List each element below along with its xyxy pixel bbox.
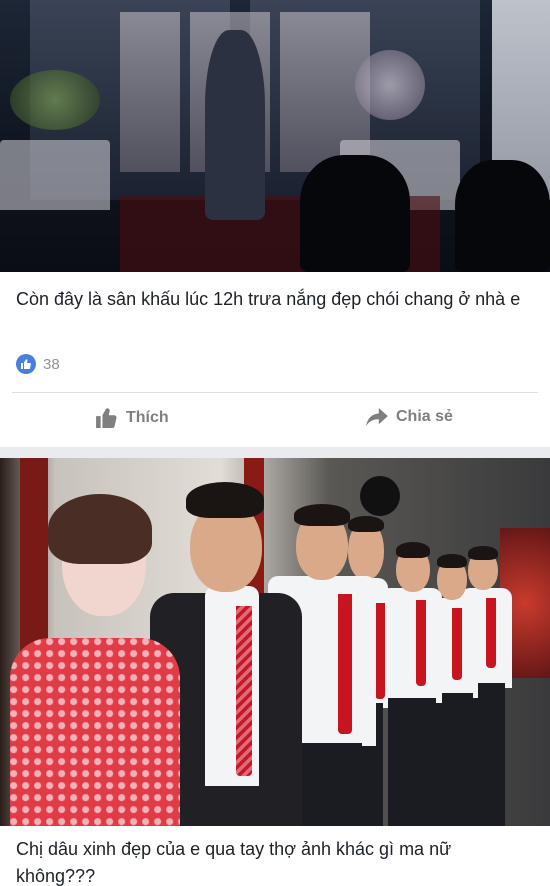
- bride-lace-dress: [10, 638, 180, 826]
- post-caption: Chị dâu xinh đẹp của e qua tay thợ ảnh k…: [16, 839, 452, 886]
- stage-photo[interactable]: [0, 0, 550, 272]
- groomsman-tie: [486, 598, 496, 668]
- share-arrow-icon: [366, 408, 388, 426]
- like-summary[interactable]: 38: [16, 354, 60, 374]
- groomsman-tie: [375, 603, 385, 699]
- groomsman-shirt: [380, 588, 442, 703]
- share-label: Chia sẻ: [396, 408, 453, 425]
- groom-hair: [186, 482, 264, 518]
- banner-left: [120, 12, 180, 172]
- groomsman-pants: [388, 698, 436, 826]
- wall-fan: [360, 476, 400, 516]
- wedding-photo[interactable]: [0, 458, 550, 826]
- audience-figure: [300, 155, 410, 272]
- groomsman-hair: [348, 516, 384, 532]
- like-label: Thích: [126, 409, 169, 426]
- groomsman-tie: [416, 600, 426, 686]
- groomsman-hair: [468, 546, 498, 560]
- groom-tie: [236, 606, 252, 776]
- groomsman-pants: [433, 693, 473, 826]
- groomsman-tie: [338, 594, 352, 734]
- groomsman-hair: [437, 554, 467, 568]
- groomsman-tie: [452, 608, 462, 680]
- groomsman-hair: [396, 542, 430, 558]
- divider: [12, 392, 538, 393]
- speaker-figure: [205, 30, 265, 220]
- post-caption: Còn đây là sân khấu lúc 12h trưa nắng đẹ…: [16, 289, 521, 309]
- like-button[interactable]: Thích: [96, 408, 169, 428]
- thumbs-up-reaction-icon: [16, 354, 36, 374]
- flower-decor-right: [355, 50, 425, 120]
- post-card-stage: Còn đây là sân khấu lúc 12h trưa nắng đẹ…: [0, 0, 550, 447]
- audience-figure-right: [455, 160, 550, 272]
- post-card-wedding: Chị dâu xinh đẹp của e qua tay thợ ảnh k…: [0, 458, 550, 886]
- share-button[interactable]: Chia sẻ: [366, 408, 453, 426]
- decor-table-left: [0, 140, 110, 210]
- bride-hair: [48, 494, 152, 564]
- groomsman-hair: [294, 504, 350, 526]
- thumbs-up-icon: [96, 408, 117, 428]
- flower-decor-left: [10, 70, 100, 130]
- like-count: 38: [43, 355, 60, 373]
